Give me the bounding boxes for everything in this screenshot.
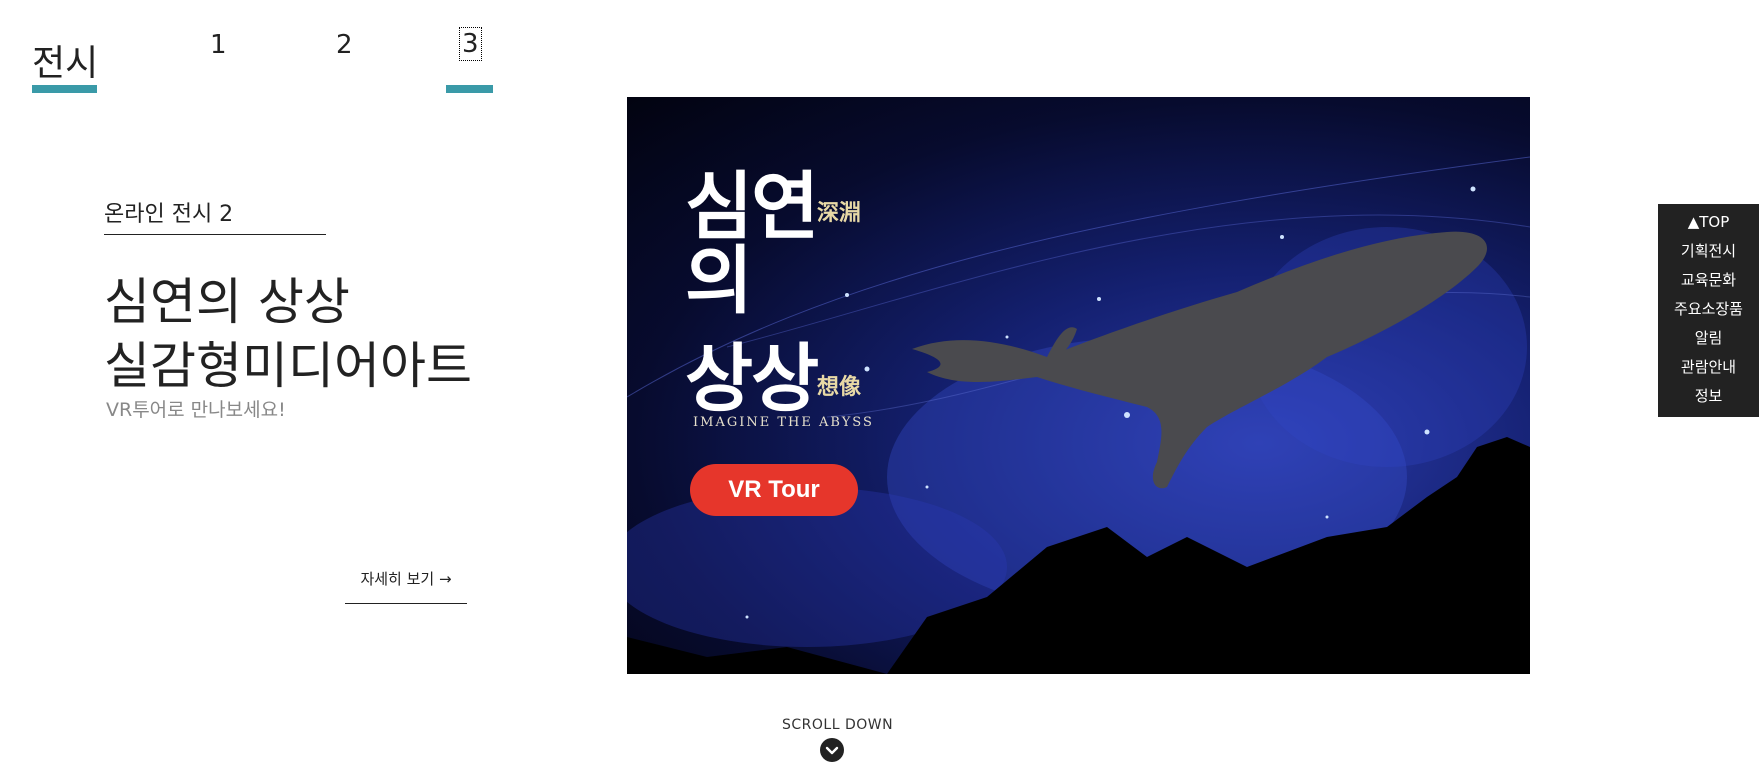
exhibit-banner[interactable]: 심연 深淵 의 상상 想像 IMAGINE THE ABYSS VR Tour	[627, 97, 1530, 674]
quick-menu-item-education[interactable]: 교육문화	[1658, 266, 1759, 295]
banner-title-part2: 의	[685, 238, 754, 324]
banner-title-part3: 상상	[685, 336, 819, 422]
quick-menu-item-notice[interactable]: 알림	[1658, 324, 1759, 353]
quick-menu: ▲TOP 기획전시 교육문화 주요소장품 알림 관람안내 정보	[1658, 204, 1759, 417]
quick-menu-item-visit[interactable]: 관람안내	[1658, 353, 1759, 382]
quick-menu-item-info[interactable]: 정보	[1658, 382, 1759, 411]
exhibit-subtitle: VR투어로 만나보세요!	[106, 399, 286, 421]
tab-1[interactable]: 1	[210, 30, 227, 60]
exhibit-tabs: 전시 1 2 3	[0, 0, 560, 100]
online-exhibit-label: 온라인 전시 2	[104, 196, 326, 235]
quick-menu-item-special[interactable]: 기획전시	[1658, 237, 1759, 266]
detail-link[interactable]: 자세히 보기 →	[345, 568, 467, 604]
tab-2[interactable]: 2	[336, 30, 353, 60]
chevron-down-glyph	[825, 746, 839, 755]
tab-3[interactable]: 3	[459, 27, 482, 61]
exhibit-title-line1: 심연의 상상	[104, 273, 350, 331]
quick-menu-item-collection[interactable]: 주요소장품	[1658, 295, 1759, 324]
scroll-down-label: SCROLL DOWN	[782, 717, 894, 733]
banner-english-title: IMAGINE THE ABYSS	[693, 415, 874, 430]
tab-3-underline	[446, 85, 493, 93]
banner-hanja-2: 想像	[817, 374, 862, 400]
exhibit-title-line2: 실감형미디어아트	[104, 337, 472, 395]
banner-hanja-1: 深淵	[817, 200, 862, 226]
quick-menu-top[interactable]: ▲TOP	[1658, 208, 1759, 237]
vr-tour-button[interactable]: VR Tour	[690, 464, 858, 516]
chevron-down-icon[interactable]	[820, 738, 844, 762]
tab-exhibit-underline	[32, 85, 97, 93]
tab-exhibit[interactable]: 전시	[32, 34, 98, 86]
